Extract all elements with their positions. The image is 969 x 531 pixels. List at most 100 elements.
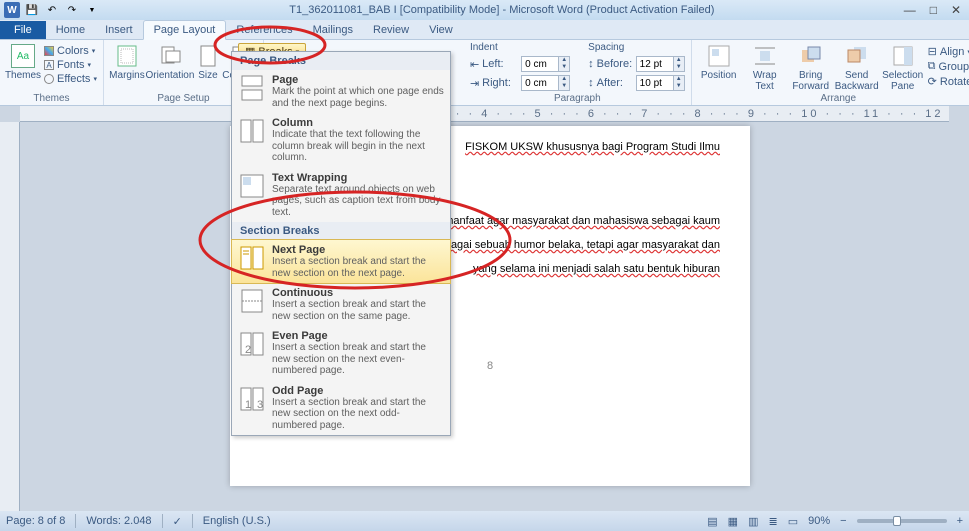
view-print-layout-icon[interactable]: ▤ <box>707 515 717 528</box>
group-themes: Aa Themes Colors▾ AFonts▾ Effects▾ Theme… <box>0 40 104 105</box>
group-icon: ⧉ <box>928 60 936 73</box>
status-page[interactable]: Page: 8 of 8 <box>6 515 65 527</box>
text-wrap-break-icon <box>238 172 266 200</box>
margins-icon <box>115 44 139 68</box>
window-controls: — □ ✕ <box>904 3 961 17</box>
tab-file[interactable]: File <box>0 21 46 39</box>
breaks-dropdown: Page Breaks PageMark the point at which … <box>231 51 451 436</box>
minimize-button[interactable]: — <box>904 3 916 17</box>
send-backward-icon <box>845 44 869 68</box>
horizontal-ruler[interactable]: 2 · 1 · · · 1 · · · 2 · · · 3 · · · 4 · … <box>20 106 949 122</box>
ribbon-tabs: File Home Insert Page Layout References … <box>0 20 969 40</box>
zoom-out-button[interactable]: − <box>840 515 846 527</box>
fonts-icon: A <box>44 60 54 70</box>
break-odd-page[interactable]: 13 Odd PageInsert a section break and st… <box>232 381 450 436</box>
tab-view[interactable]: View <box>419 21 463 39</box>
even-page-break-icon: 2 <box>238 330 266 358</box>
break-next-page[interactable]: Next PageInsert a section break and star… <box>231 239 451 284</box>
zoom-slider[interactable] <box>857 519 947 523</box>
size-icon <box>196 44 220 68</box>
page-break-icon <box>238 74 266 102</box>
vertical-ruler[interactable] <box>0 122 20 511</box>
size-button[interactable]: Size <box>196 42 220 81</box>
break-column[interactable]: ColumnIndicate that the text following t… <box>232 113 450 168</box>
align-icon: ⊟ <box>928 45 937 58</box>
tab-page-layout[interactable]: Page Layout <box>143 20 227 40</box>
zoom-in-button[interactable]: + <box>957 515 963 527</box>
effects-icon <box>44 74 54 84</box>
view-draft-icon[interactable]: ▭ <box>788 515 798 528</box>
redo-icon[interactable]: ↷ <box>64 2 80 18</box>
tab-insert[interactable]: Insert <box>95 21 143 39</box>
view-full-screen-icon[interactable]: ▦ <box>728 515 738 528</box>
section-breaks-header: Section Breaks <box>232 222 450 240</box>
themes-button[interactable]: Aa Themes <box>6 42 40 81</box>
status-proof-icon[interactable]: ✓ <box>173 515 182 528</box>
themes-icon: Aa <box>11 44 35 68</box>
selection-pane-icon <box>891 44 915 68</box>
status-words[interactable]: Words: 2.048 <box>86 515 151 527</box>
statusbar: Page: 8 of 8 Words: 2.048 ✓ English (U.S… <box>0 511 969 531</box>
theme-colors[interactable]: Colors▾ <box>44 45 97 57</box>
next-page-break-icon <box>238 244 266 272</box>
rotate-button[interactable]: ⟳Rotate▾ <box>928 75 969 88</box>
tab-home[interactable]: Home <box>46 21 95 39</box>
group-arrange: Position Wrap Text Bring Forward Send Ba… <box>692 40 969 105</box>
view-outline-icon[interactable]: ≣ <box>768 515 777 528</box>
document-workspace: 2 · 1 · · · 1 · · · 2 · · · 3 · · · 4 · … <box>0 106 969 511</box>
column-break-icon <box>238 117 266 145</box>
tab-mailings[interactable]: Mailings <box>303 21 363 39</box>
page-breaks-header: Page Breaks <box>232 52 450 70</box>
svg-text:2: 2 <box>245 344 251 356</box>
save-icon[interactable]: 💾 <box>24 2 40 18</box>
align-button[interactable]: ⊟Align▾ <box>928 45 969 58</box>
break-text-wrapping[interactable]: Text WrappingSeparate text around object… <box>232 168 450 223</box>
colors-icon <box>44 46 54 56</box>
undo-icon[interactable]: ↶ <box>44 2 60 18</box>
view-web-icon[interactable]: ▥ <box>748 515 758 528</box>
svg-text:1: 1 <box>245 399 251 411</box>
spacing-before-icon: ↕ <box>588 58 594 70</box>
break-even-page[interactable]: 2 Even PageInsert a section break and st… <box>232 326 450 381</box>
margins-button[interactable]: Margins <box>110 42 144 81</box>
bring-forward-button[interactable]: Bring Forward <box>790 42 832 92</box>
indent-right-icon: ⇥ <box>470 77 479 90</box>
window-title: T1_362011081_BAB I [Compatibility Mode] … <box>100 4 904 16</box>
indent-label: Indent <box>470 42 570 53</box>
indent-right-spinner[interactable]: ▲▼ <box>521 75 570 91</box>
orientation-button[interactable]: Orientation <box>148 42 192 81</box>
group-button[interactable]: ⧉Group▾ <box>928 60 969 73</box>
theme-effects[interactable]: Effects▾ <box>44 73 97 85</box>
position-icon <box>707 44 731 68</box>
send-backward-button[interactable]: Send Backward <box>836 42 878 92</box>
group-paragraph: Indent ⇤Left: ▲▼ ⇥Right: ▲▼ Spacing ↕Bef… <box>464 40 692 105</box>
spacing-before-spinner[interactable]: ▲▼ <box>636 56 685 72</box>
svg-text:3: 3 <box>257 399 263 411</box>
restore-button[interactable]: □ <box>930 3 937 17</box>
zoom-level[interactable]: 90% <box>808 515 830 527</box>
word-icon: W <box>4 2 20 18</box>
spacing-label: Spacing <box>588 42 685 53</box>
titlebar: W 💾 ↶ ↷ ▼ T1_362011081_BAB I [Compatibil… <box>0 0 969 20</box>
status-language[interactable]: English (U.S.) <box>203 515 271 527</box>
odd-page-break-icon: 13 <box>238 385 266 413</box>
theme-fonts[interactable]: AFonts▾ <box>44 59 97 71</box>
break-page[interactable]: PageMark the point at which one page end… <box>232 70 450 113</box>
indent-left-spinner[interactable]: ▲▼ <box>521 56 570 72</box>
quick-access-toolbar: W 💾 ↶ ↷ ▼ <box>4 2 100 18</box>
break-continuous[interactable]: ContinuousInsert a section break and sta… <box>232 283 450 326</box>
rotate-icon: ⟳ <box>928 75 937 88</box>
tab-review[interactable]: Review <box>363 21 419 39</box>
spacing-after-spinner[interactable]: ▲▼ <box>636 75 685 91</box>
qat-more-icon[interactable]: ▼ <box>84 2 100 18</box>
bring-forward-icon <box>799 44 823 68</box>
indent-left-icon: ⇤ <box>470 58 479 71</box>
close-button[interactable]: ✕ <box>951 3 961 17</box>
orientation-icon <box>158 44 182 68</box>
spacing-after-icon: ↕ <box>588 77 594 89</box>
position-button[interactable]: Position <box>698 42 740 81</box>
wrap-text-icon <box>753 44 777 68</box>
wrap-text-button[interactable]: Wrap Text <box>744 42 786 92</box>
tab-references[interactable]: References <box>226 21 302 39</box>
selection-pane-button[interactable]: Selection Pane <box>882 42 924 92</box>
